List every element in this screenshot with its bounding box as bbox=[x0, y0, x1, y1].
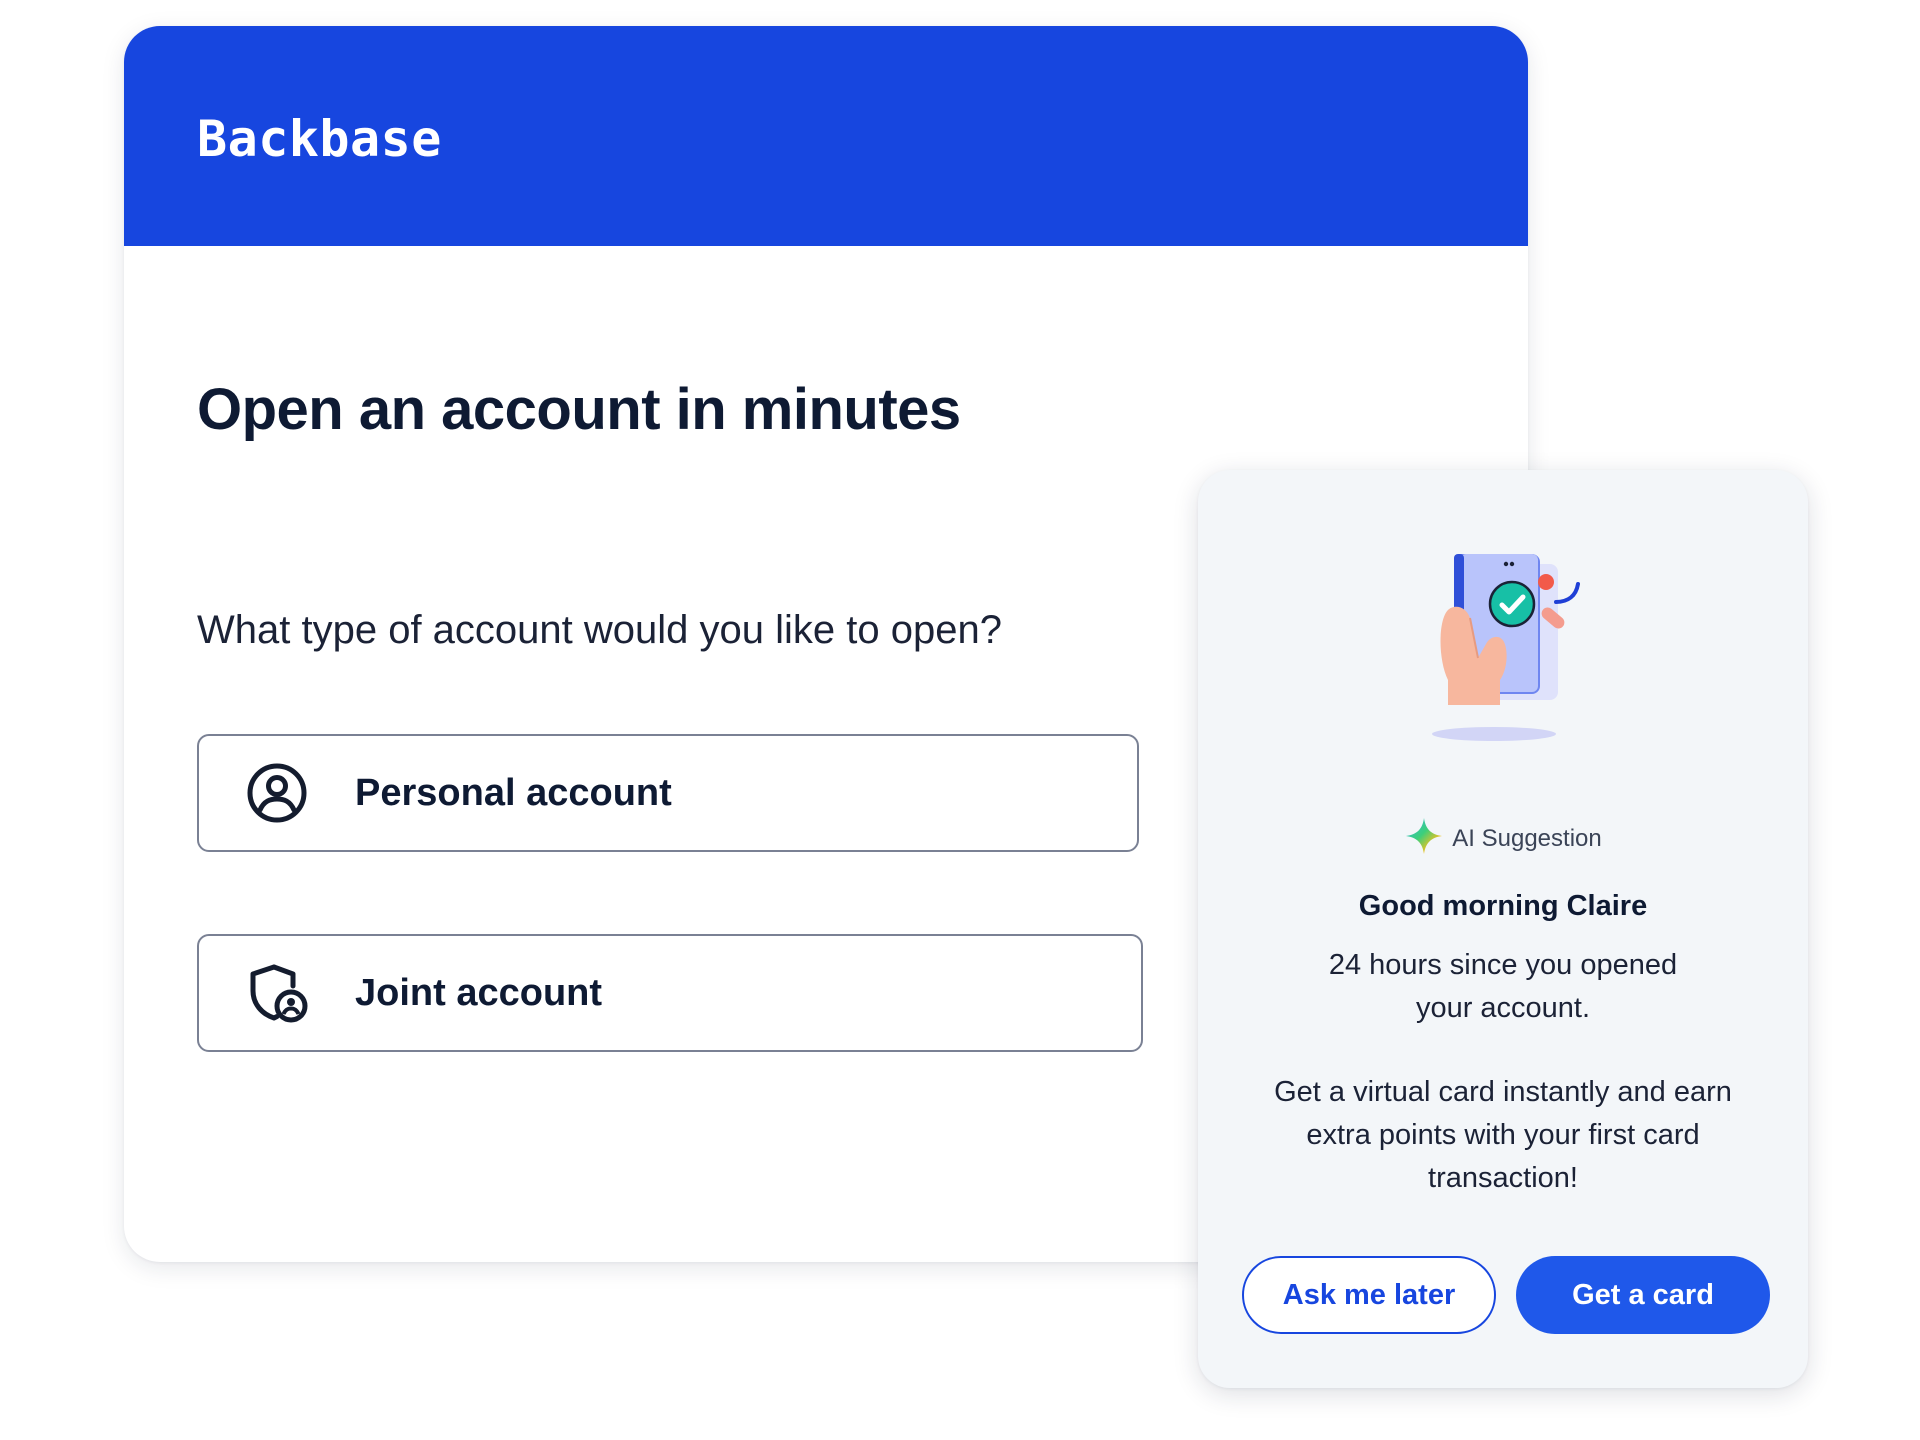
joint-account-label: Joint account bbox=[355, 971, 603, 1014]
account-age-text: 24 hours since you opened your account. bbox=[1328, 949, 1678, 1024]
virtual-card-promo-text: Get a virtual card instantly and earn ex… bbox=[1274, 1076, 1732, 1194]
brand-header: Backbase bbox=[124, 26, 1528, 246]
joint-account-option[interactable]: Joint account bbox=[197, 934, 1143, 1052]
backbase-logo: Backbase bbox=[197, 110, 442, 168]
get-a-card-button[interactable]: Get a card bbox=[1516, 1256, 1770, 1334]
ai-suggestion-label: AI Suggestion bbox=[1452, 824, 1602, 852]
hand-phone-check-illustration bbox=[1408, 550, 1608, 750]
personal-account-option[interactable]: Personal account bbox=[197, 734, 1139, 852]
ask-me-later-button[interactable]: Ask me later bbox=[1242, 1256, 1496, 1334]
ai-suggestion-card: AI Suggestion Good morning Claire 24 hou… bbox=[1198, 470, 1808, 1388]
shield-user-icon bbox=[245, 961, 309, 1025]
greeting-heading: Good morning Claire bbox=[1358, 890, 1648, 922]
account-type-question: What type of account would you like to o… bbox=[197, 608, 1002, 652]
ai-suggestion-tag: AI Suggestion bbox=[1198, 816, 1808, 861]
stage: Backbase Open an account in minutes What… bbox=[0, 0, 1920, 1440]
personal-account-label: Personal account bbox=[355, 771, 672, 814]
sparkle-icon bbox=[1404, 816, 1444, 861]
person-circle-icon bbox=[245, 761, 309, 825]
page-title: Open an account in minutes bbox=[197, 377, 961, 442]
